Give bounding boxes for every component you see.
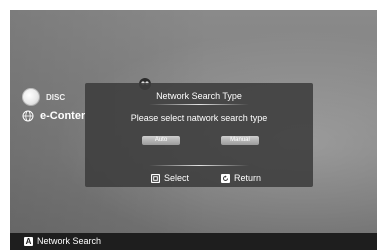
- return-action[interactable]: Return: [221, 173, 261, 183]
- network-search-hint[interactable]: Network Search: [37, 236, 101, 246]
- tv-screen: DISC e-Conter Network Search Type Please…: [10, 10, 377, 250]
- dialog-message: Please select natwork search type: [130, 113, 268, 123]
- network-search-type-dialog: Network Search Type Please select natwor…: [85, 83, 313, 187]
- select-label: Select: [164, 173, 190, 183]
- dialog-title: Network Search Type: [156, 91, 242, 101]
- disc-label: DISC: [46, 92, 66, 102]
- enter-key-icon: [151, 173, 160, 183]
- title-divider: [149, 104, 249, 105]
- return-key-icon: [221, 173, 230, 183]
- econtent-label: e-Conter: [40, 110, 86, 122]
- globe-icon: [22, 110, 34, 122]
- disc-icon: [22, 88, 40, 106]
- auto-button[interactable]: Auto: [142, 136, 180, 145]
- menu-item-econtent[interactable]: e-Conter: [22, 110, 85, 122]
- actions-divider: [149, 165, 249, 166]
- return-label: Return: [234, 173, 262, 183]
- a-key-icon: A: [24, 237, 33, 246]
- select-action[interactable]: Select: [151, 173, 189, 183]
- menu-item-disc[interactable]: DISC: [22, 88, 65, 106]
- manual-button[interactable]: Manual: [221, 136, 259, 145]
- bottom-bar: A Network Search: [10, 233, 377, 250]
